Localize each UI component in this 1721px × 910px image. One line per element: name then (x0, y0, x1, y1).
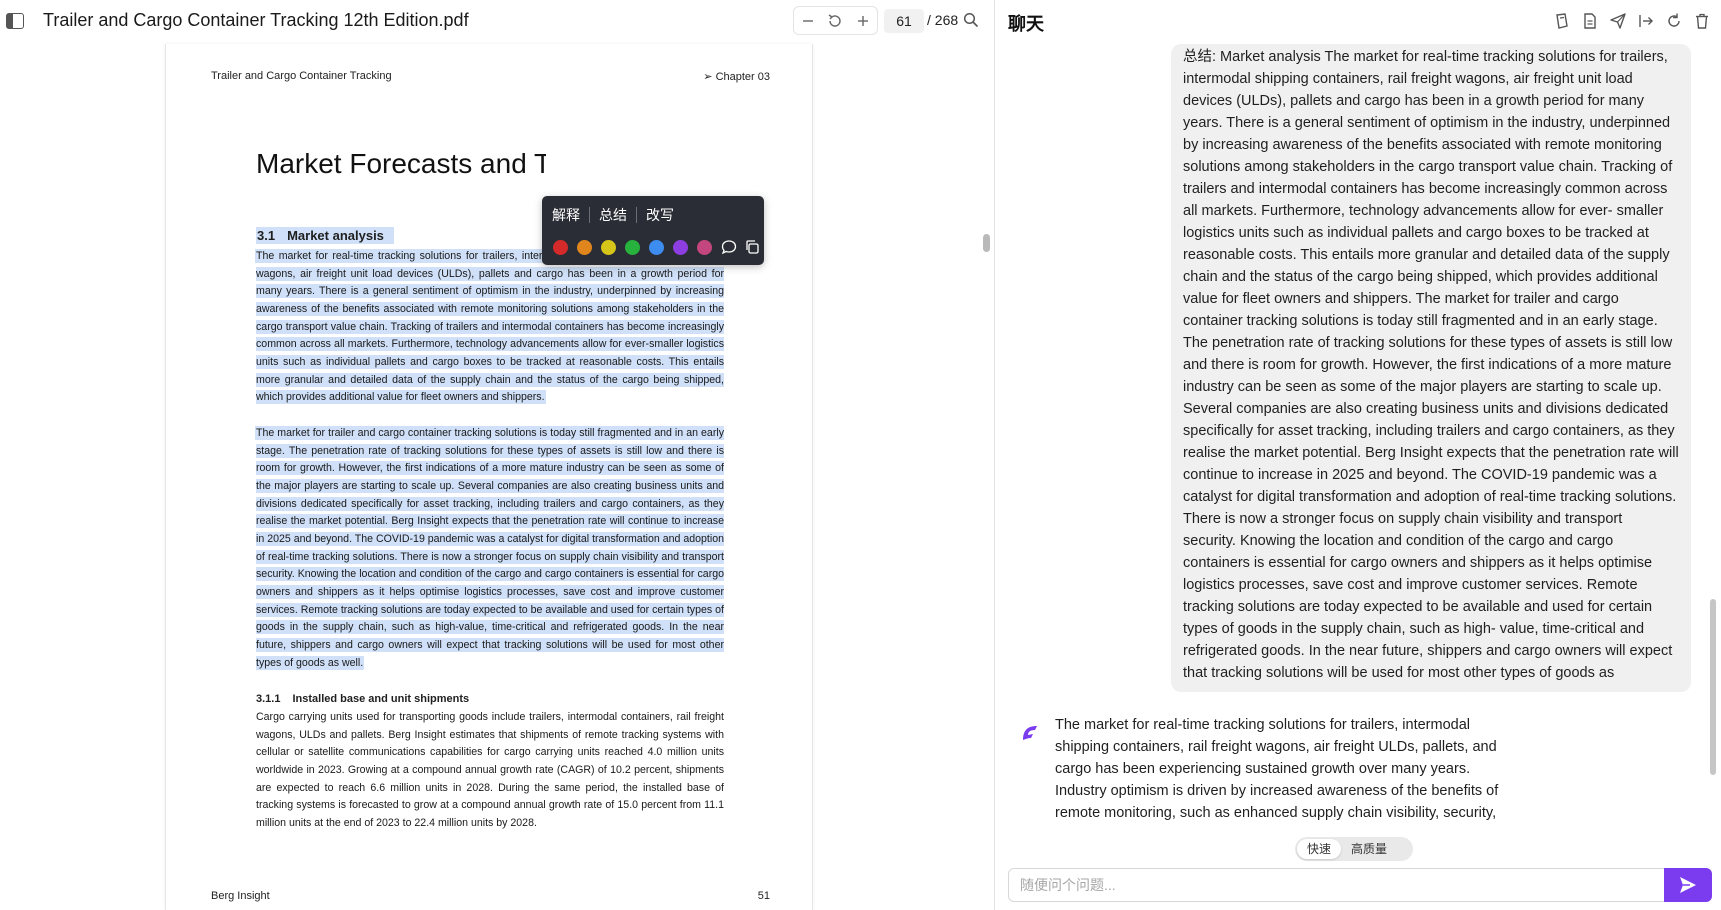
highlight-blue-swatch[interactable] (649, 239, 664, 255)
document-title: Trailer and Cargo Container Tracking 12t… (43, 10, 469, 30)
chat-title: 聊天 (1008, 14, 1044, 34)
zoom-in-icon[interactable] (852, 10, 874, 32)
zoom-out-icon[interactable] (797, 10, 819, 32)
chat-messages[interactable]: 总结: Market analysis The market for real-… (995, 44, 1721, 824)
chat-scrollbar[interactable] (1710, 599, 1716, 775)
assistant-message-text: The market for real-time tracking soluti… (1055, 717, 1499, 821)
rewrite-button[interactable]: 改写 (646, 205, 683, 225)
send-button[interactable] (1664, 868, 1712, 902)
subsection-number: 3.1.1 (256, 693, 281, 705)
mode-high-quality-option[interactable]: 高质量 (1341, 839, 1397, 859)
share-send-icon[interactable] (1609, 12, 1627, 30)
pdf-toolbar: Trailer and Cargo Container Tracking 12t… (0, 0, 980, 44)
zoom-controls (793, 6, 878, 35)
paragraph-2-text: The market for trailer and cargo contain… (256, 427, 724, 669)
quality-mode-toggle: 快速 高质量 (1295, 837, 1413, 861)
refresh-icon[interactable] (1665, 12, 1683, 30)
subsection-title: 3.1.1 Installed base and unit shipments (256, 693, 469, 705)
page-number-input[interactable]: 61 (884, 9, 924, 33)
chat-toolbar (1543, 12, 1711, 30)
paragraph-3-text: Cargo carrying units used for transporti… (256, 711, 724, 829)
delete-icon[interactable] (1693, 12, 1711, 30)
chat-input-box (1008, 868, 1712, 902)
summarize-button[interactable]: 总结 (599, 205, 636, 225)
paragraph-1[interactable]: The market for real-time tracking soluti… (256, 248, 724, 407)
highlight-orange-swatch[interactable] (577, 239, 592, 255)
assistant-avatar-icon (1019, 722, 1041, 744)
document-icon[interactable] (1581, 12, 1599, 30)
mode-fast-option[interactable]: 快速 (1297, 839, 1342, 859)
divider (589, 207, 590, 223)
highlight-purple-swatch[interactable] (673, 239, 688, 255)
paragraph-2[interactable]: The market for trailer and cargo contain… (256, 425, 724, 672)
highlight-red-swatch[interactable] (553, 239, 568, 255)
user-message: 总结: Market analysis The market for real-… (1171, 44, 1691, 692)
page-footer-left: Berg Insight (211, 890, 270, 902)
subsection-title-text: Installed base and unit shipments (292, 693, 470, 705)
highlight-pink-swatch[interactable] (697, 239, 712, 255)
export-icon[interactable] (1637, 12, 1655, 30)
copy-icon[interactable] (744, 239, 760, 255)
notes-icon[interactable] (1553, 12, 1571, 30)
page-header-right: ➢ Chapter 03 (703, 71, 770, 83)
pane-resize-handle[interactable] (983, 234, 990, 252)
send-icon (1680, 877, 1696, 893)
section-title-text: Market analysis (287, 228, 384, 243)
chat-panel: 聊天 总结: Market analysis The market for re (995, 0, 1721, 910)
pdf-canvas: Trailer and Cargo Container Tracking ➢ C… (0, 44, 980, 910)
paragraph-1-text: The market for real-time tracking soluti… (256, 250, 724, 404)
section-number: 3.1 (257, 228, 276, 243)
page-footer-right: 51 (757, 890, 770, 902)
section-title: 3.1 Market analysis (256, 227, 394, 244)
explain-button[interactable]: 解释 (552, 205, 589, 225)
paragraph-3[interactable]: Cargo carrying units used for transporti… (256, 709, 724, 833)
pdf-viewer: Trailer and Cargo Container Tracking 12t… (0, 0, 990, 910)
sidebar-toggle-icon[interactable] (6, 13, 24, 29)
selection-popup: 解释 总结 改写 (542, 196, 764, 265)
highlight-yellow-swatch[interactable] (601, 239, 616, 255)
page-header-left: Trailer and Cargo Container Tracking (211, 70, 392, 82)
reset-zoom-icon[interactable] (824, 10, 846, 32)
highlight-color-swatches (553, 239, 767, 255)
divider (636, 207, 637, 223)
page-total: / 268 (927, 12, 959, 28)
comment-icon[interactable] (721, 239, 737, 255)
chapter-heading: Market Forecasts and Trends (256, 148, 546, 179)
highlight-green-swatch[interactable] (625, 239, 640, 255)
search-icon[interactable] (963, 12, 979, 28)
selection-actions: 解释 总结 改写 (552, 204, 683, 226)
chat-input[interactable] (1020, 875, 1620, 895)
app-window: Trailer and Cargo Container Tracking 12t… (0, 0, 1721, 910)
pdf-page: Trailer and Cargo Container Tracking ➢ C… (165, 44, 813, 910)
